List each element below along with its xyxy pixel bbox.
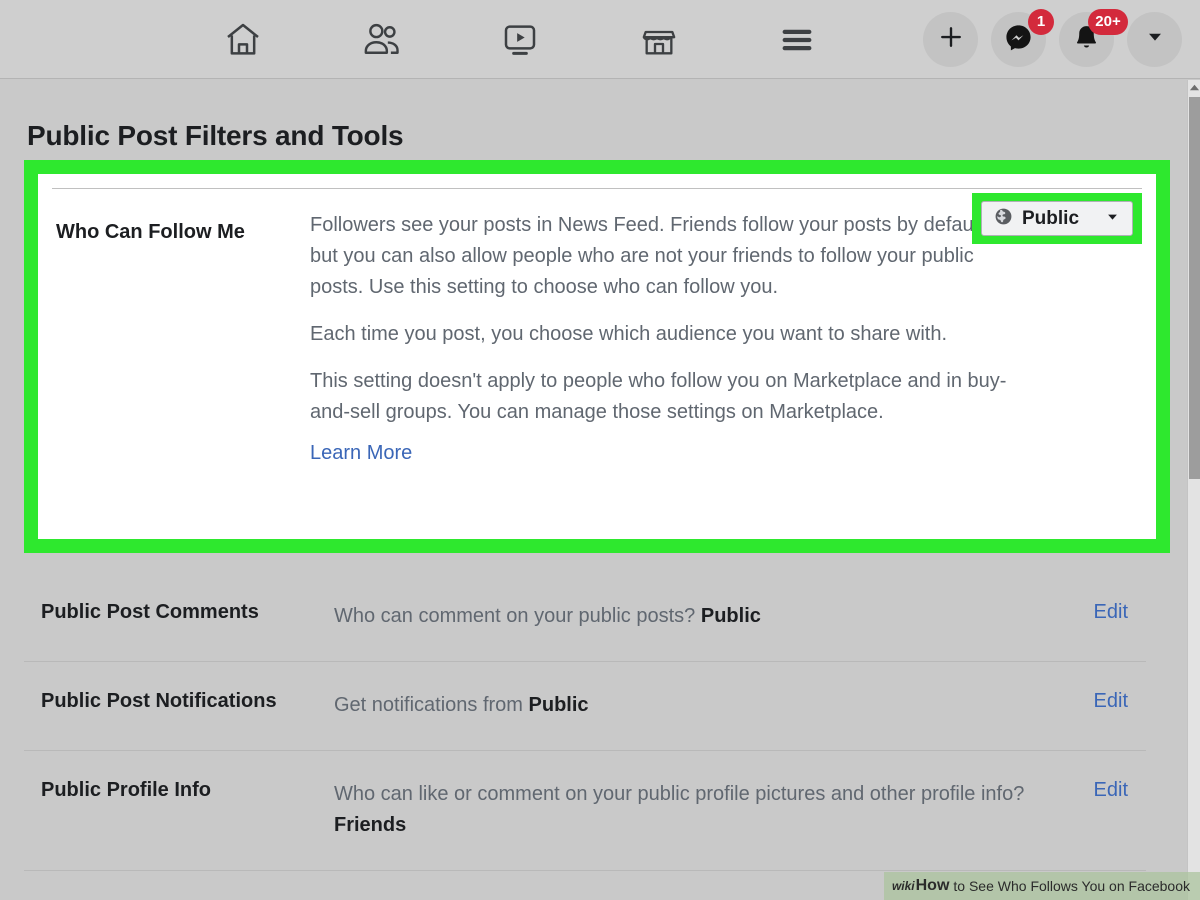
who-can-follow-me-card: Who Can Follow Me Followers see your pos…: [38, 174, 1156, 539]
nav-tab-menu[interactable]: [754, 11, 840, 69]
row-description-prefix: Get notifications from: [334, 694, 529, 716]
follow-paragraph-3: This setting doesn't apply to people who…: [310, 370, 1007, 423]
learn-more-link[interactable]: Learn More: [310, 442, 412, 465]
chevron-down-icon: [1144, 26, 1166, 53]
watch-video-icon: [500, 20, 540, 60]
nav-actions: 1 20+: [923, 0, 1182, 79]
nav-tab-marketplace[interactable]: [616, 11, 702, 69]
messenger-badge: 1: [1028, 9, 1054, 35]
audience-selector-dropdown[interactable]: Public: [981, 201, 1133, 236]
account-menu-button[interactable]: [1127, 12, 1182, 67]
watermark-how: How: [915, 877, 950, 894]
globe-icon: [994, 207, 1013, 231]
scrollbar-thumb[interactable]: [1189, 97, 1200, 479]
edit-link[interactable]: Edit: [1074, 779, 1146, 802]
table-row[interactable]: Public Profile Info Who can like or comm…: [24, 751, 1146, 871]
row-description-value: Public: [528, 694, 589, 716]
nav-tabs: [200, 0, 840, 79]
hamburger-menu-icon: [777, 22, 817, 58]
notifications-badge: 20+: [1088, 9, 1128, 35]
plus-icon: [936, 22, 966, 57]
nav-tab-friends[interactable]: [339, 11, 425, 69]
who-can-follow-me-description: Followers see your posts in News Feed. F…: [310, 210, 1010, 465]
table-row[interactable]: Public Post Comments Who can comment on …: [24, 573, 1146, 662]
friends-icon: [361, 20, 403, 60]
follow-paragraph-2: Each time you post, you choose which aud…: [310, 323, 948, 345]
table-row[interactable]: Public Post Notifications Get notificati…: [24, 662, 1146, 751]
settings-page: Public Post Filters and Tools Who Can Fo…: [0, 80, 1187, 900]
row-description-value: Public: [700, 605, 761, 627]
create-button[interactable]: [923, 12, 978, 67]
nav-tab-home[interactable]: [200, 11, 286, 69]
dropdown-chevron-icon: [1105, 209, 1120, 229]
highlight-annotation-box: Who Can Follow Me Followers see your pos…: [24, 160, 1170, 553]
scroll-up-arrow-icon[interactable]: [1188, 80, 1200, 95]
row-label: Public Post Comments: [41, 601, 259, 623]
row-label: Public Profile Info: [41, 779, 212, 801]
edit-link[interactable]: Edit: [1074, 601, 1146, 624]
nav-tab-watch[interactable]: [477, 11, 563, 69]
settings-rows-list: Public Post Comments Who can comment on …: [24, 573, 1146, 900]
notifications-button[interactable]: 20+: [1059, 9, 1128, 67]
row-description: Get notifications from Public: [334, 690, 1074, 721]
row-description-prefix: Who can like or comment on your public p…: [334, 783, 1025, 805]
vertical-scrollbar[interactable]: [1187, 80, 1200, 900]
card-divider: [52, 188, 1142, 189]
row-description-prefix: Who can comment on your public posts?: [334, 605, 701, 627]
watermark-text: to See Who Follows You on Facebook: [953, 878, 1190, 894]
marketplace-storefront-icon: [639, 20, 679, 60]
row-description-value: Friends: [334, 814, 407, 836]
row-description: Who can like or comment on your public p…: [334, 779, 1074, 841]
who-can-follow-me-label: Who Can Follow Me: [56, 221, 245, 243]
audience-value: Public: [1022, 207, 1080, 229]
edit-link[interactable]: Edit: [1074, 690, 1146, 713]
row-label: Public Post Notifications: [41, 690, 277, 712]
row-description: Who can comment on your public posts? Pu…: [334, 601, 1074, 632]
audience-highlight-annotation: Public: [972, 193, 1142, 244]
watermark-wiki: wiki: [891, 879, 915, 893]
page-title: Public Post Filters and Tools: [27, 120, 404, 151]
home-icon: [223, 20, 263, 60]
follow-paragraph-1: Followers see your posts in News Feed. F…: [310, 214, 990, 298]
watermark: wiki How to See Who Follows You on Faceboo…: [883, 872, 1200, 900]
top-navigation-bar: 1 20+: [0, 0, 1200, 79]
messenger-button[interactable]: 1: [991, 9, 1054, 67]
